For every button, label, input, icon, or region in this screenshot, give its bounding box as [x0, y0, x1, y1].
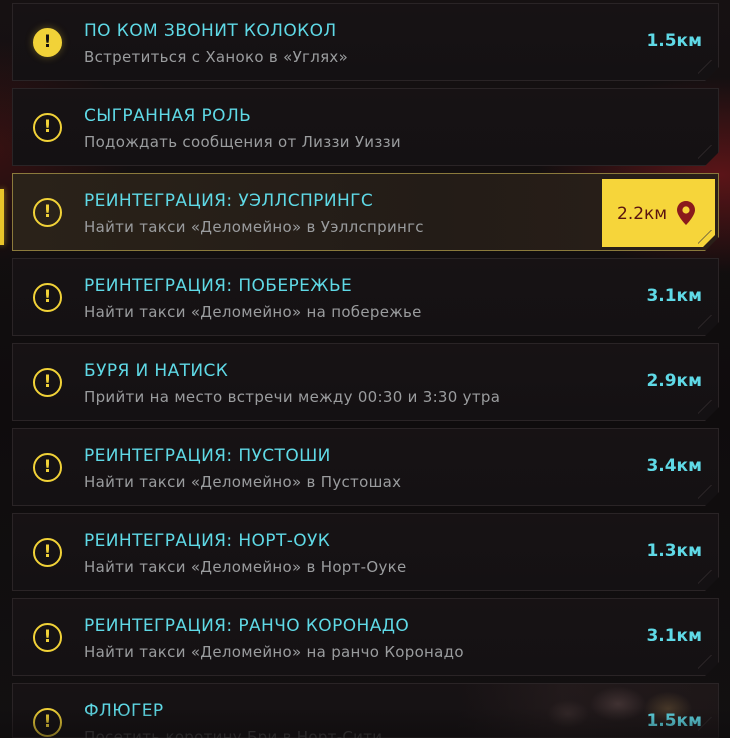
job-card[interactable]: ! ФЛЮГЕР Посетить коротину Бри в Норт-Си… [12, 683, 719, 738]
job-objective: Найти такси «Деломейно» в Пустошах [84, 473, 402, 491]
exclamation-icon: ! [33, 368, 62, 397]
job-objective: Найти такси «Деломейно» на ранчо Коронад… [84, 643, 464, 661]
job-distance: 2.9км [646, 371, 702, 391]
job-distance: 1.5км [646, 31, 702, 51]
job-distance: 1.3км [646, 541, 702, 561]
job-title: РЕИНТЕГРАЦИЯ: УЭЛЛСПРИНГС [84, 191, 374, 211]
job-card[interactable]: ! РЕИНТЕГРАЦИЯ: РАНЧО КОРОНАДО Найти так… [12, 598, 719, 676]
job-card[interactable]: ! РЕИНТЕГРАЦИЯ: ПУСТОШИ Найти такси «Дел… [12, 428, 719, 506]
exclamation-icon: ! [33, 113, 62, 142]
job-objective: Подождать сообщения от Лиззи Уиззи [84, 133, 401, 151]
job-distance: 1.5км [646, 711, 702, 731]
job-title: РЕИНТЕГРАЦИЯ: НОРТ-ОУК [84, 531, 331, 551]
job-objective: Найти такси «Деломейно» на побережье [84, 303, 422, 321]
job-title: БУРЯ И НАТИСК [84, 361, 229, 381]
selected-marker [0, 189, 4, 245]
job-card[interactable]: ! РЕИНТЕГРАЦИЯ: ПОБЕРЕЖЬЕ Найти такси «Д… [12, 258, 719, 336]
job-title: СЫГРАННАЯ РОЛЬ [84, 106, 252, 126]
exclamation-icon: ! [33, 708, 62, 737]
job-title: ФЛЮГЕР [84, 701, 164, 721]
job-card[interactable]: ! СЫГРАННАЯ РОЛЬ Подождать сообщения от … [12, 88, 719, 166]
job-objective: Найти такси «Деломейно» в Уэллспрингс [84, 218, 424, 236]
job-objective: Прийти на место встречи между 00:30 и 3:… [84, 388, 501, 406]
exclamation-icon: ! [33, 623, 62, 652]
job-objective: Встретиться с Ханоко в «Углях» [84, 48, 349, 66]
job-card[interactable]: ! РЕИНТЕГРАЦИЯ: НОРТ-ОУК Найти такси «Де… [12, 513, 719, 591]
job-card[interactable]: ! ПО КОМ ЗВОНИТ КОЛОКОЛ Встретиться с Ха… [12, 3, 719, 81]
job-title: РЕИНТЕГРАЦИЯ: ПОБЕРЕЖЬЕ [84, 276, 353, 296]
job-distance: 3.1км [646, 286, 702, 306]
tracked-distance-badge[interactable]: 2.2км [602, 179, 715, 247]
exclamation-icon: ! [33, 538, 62, 567]
exclamation-icon: ! [33, 198, 62, 227]
job-title: ПО КОМ ЗВОНИТ КОЛОКОЛ [84, 21, 337, 41]
job-objective: Посетить коротину Бри в Норт-Сити [84, 728, 383, 738]
job-distance: 2.2км [617, 204, 668, 224]
job-card-selected[interactable]: ! РЕИНТЕГРАЦИЯ: УЭЛЛСПРИНГС Найти такси … [12, 173, 719, 251]
job-title: РЕИНТЕГРАЦИЯ: ПУСТОШИ [84, 446, 331, 466]
job-title: РЕИНТЕГРАЦИЯ: РАНЧО КОРОНАДО [84, 616, 410, 636]
map-pin-icon [676, 200, 696, 226]
job-distance: 3.4км [646, 456, 702, 476]
exclamation-icon: ! [33, 283, 62, 312]
exclamation-filled-icon: ! [33, 28, 62, 57]
job-distance: 3.1км [646, 626, 702, 646]
job-card[interactable]: ! БУРЯ И НАТИСК Прийти на место встречи … [12, 343, 719, 421]
exclamation-icon: ! [33, 453, 62, 482]
job-objective: Найти такси «Деломейно» в Норт-Оуке [84, 558, 407, 576]
job-list: ! ПО КОМ ЗВОНИТ КОЛОКОЛ Встретиться с Ха… [0, 0, 730, 738]
